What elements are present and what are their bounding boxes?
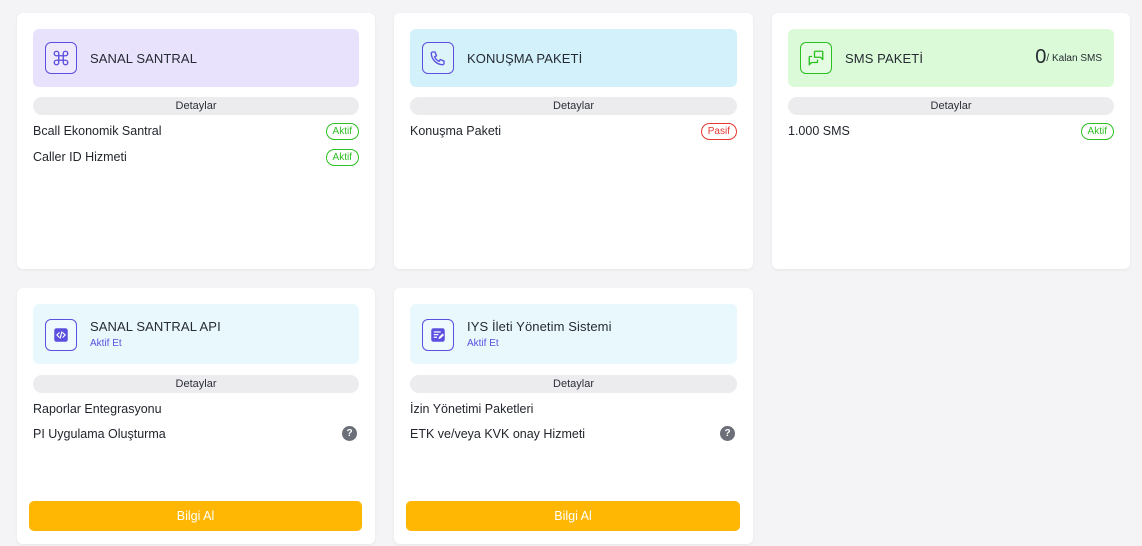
- details-button[interactable]: Detaylar: [410, 97, 737, 115]
- item-label: 1.000 SMS: [788, 124, 850, 138]
- help-icon[interactable]: ?: [342, 426, 357, 441]
- list-item: 1.000 SMS Aktif: [788, 122, 1114, 140]
- card-title: SMS PAKETİ: [845, 51, 924, 66]
- edit-note-icon: [422, 319, 454, 351]
- card-konusma-paketi: KONUŞMA PAKETİ Detaylar Konuşma Paketi P…: [394, 13, 753, 269]
- list-item: ETK ve/veya KVK onay Hizmeti ?: [410, 425, 737, 443]
- card-title: IYS İleti Yönetim Sistemi: [467, 319, 612, 334]
- details-button[interactable]: Detaylar: [788, 97, 1114, 115]
- card-title: SANAL SANTRAL API: [90, 319, 221, 334]
- activate-link[interactable]: Aktif Et: [90, 338, 122, 349]
- item-label: ETK ve/veya KVK onay Hizmeti: [410, 427, 586, 441]
- status-badge: Aktif: [325, 149, 359, 166]
- status-badge: Pasif: [700, 123, 737, 140]
- card-header: IYS İleti Yönetim Sistemi Aktif Et: [410, 304, 737, 364]
- card-header: KONUŞMA PAKETİ: [410, 29, 737, 87]
- details-button[interactable]: Detaylar: [33, 375, 359, 393]
- list-item: İzin Yönetimi Paketleri: [410, 400, 737, 418]
- card-header: SMS PAKETİ 0/ Kalan SMS: [788, 29, 1114, 87]
- card-title: KONUŞMA PAKETİ: [467, 51, 583, 66]
- sms-remaining-count: 0/ Kalan SMS: [1035, 46, 1102, 69]
- card-header: SANAL SANTRAL: [33, 29, 359, 87]
- status-badge: Aktif: [325, 123, 359, 140]
- item-label: Konuşma Paketi: [410, 124, 502, 138]
- code-icon: [45, 319, 77, 351]
- card-header: SANAL SANTRAL API Aktif Et: [33, 304, 359, 364]
- bilgi-al-button[interactable]: Bilgi Al: [406, 501, 740, 531]
- list-item: Raporlar Entegrasyonu: [33, 400, 359, 418]
- details-button[interactable]: Detaylar: [410, 375, 737, 393]
- card-title: SANAL SANTRAL: [90, 51, 198, 66]
- activate-link[interactable]: Aktif Et: [467, 338, 499, 349]
- item-label: İzin Yönetimi Paketleri: [410, 402, 534, 416]
- sms-count-suffix: / Kalan SMS: [1046, 53, 1102, 64]
- bilgi-al-button[interactable]: Bilgi Al: [29, 501, 362, 531]
- card-sanal-santral-api: SANAL SANTRAL API Aktif Et Detaylar Rapo…: [17, 288, 375, 544]
- list-item: Caller ID Hizmeti Aktif: [33, 148, 359, 166]
- phone-icon: [422, 42, 454, 74]
- details-button[interactable]: Detaylar: [33, 97, 359, 115]
- card-iys: IYS İleti Yönetim Sistemi Aktif Et Detay…: [394, 288, 753, 544]
- list-item: Konuşma Paketi Pasif: [410, 122, 737, 140]
- command-icon: [45, 42, 77, 74]
- item-label: Raporlar Entegrasyonu: [33, 402, 162, 416]
- sms-count-value: 0: [1035, 46, 1047, 68]
- status-badge: Aktif: [1080, 123, 1114, 140]
- item-label: PI Uygulama Oluşturma: [33, 427, 166, 441]
- card-sanal-santral: SANAL SANTRAL Detaylar Bcall Ekonomik Sa…: [17, 13, 375, 269]
- help-icon[interactable]: ?: [720, 426, 735, 441]
- card-sms-paketi: SMS PAKETİ 0/ Kalan SMS Detaylar 1.000 S…: [772, 13, 1130, 269]
- item-label: Bcall Ekonomik Santral: [33, 124, 162, 138]
- item-label: Caller ID Hizmeti: [33, 150, 127, 164]
- chat-icon: [800, 42, 832, 74]
- list-item: Bcall Ekonomik Santral Aktif: [33, 122, 359, 140]
- list-item: PI Uygulama Oluşturma ?: [33, 425, 359, 443]
